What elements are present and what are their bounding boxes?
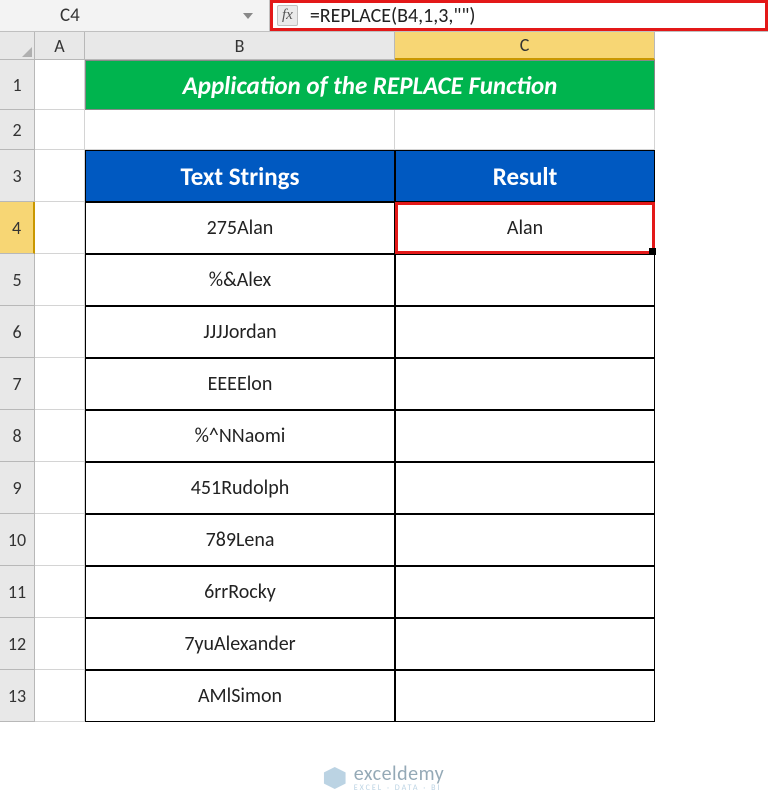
row-header-9[interactable]: 9 xyxy=(0,462,35,514)
row-header-11[interactable]: 11 xyxy=(0,566,35,618)
cell-b13[interactable]: AMlSimon xyxy=(85,670,395,722)
watermark-sub: EXCEL · DATA · BI xyxy=(354,784,444,792)
row-header-8[interactable]: 8 xyxy=(0,410,35,462)
col-header-a[interactable]: A xyxy=(35,32,85,60)
name-box: C4 xyxy=(60,4,80,27)
cell-c11[interactable] xyxy=(395,566,655,618)
logo-icon xyxy=(324,767,346,789)
row-header-6[interactable]: 6 xyxy=(0,306,35,358)
cell-b10[interactable]: 789Lena xyxy=(85,514,395,566)
watermark-main: exceldemy xyxy=(354,764,444,784)
row-header-3[interactable]: 3 xyxy=(0,150,35,202)
cell-b9[interactable]: 451Rudolph xyxy=(85,462,395,514)
cell-c10[interactable] xyxy=(395,514,655,566)
row-header-1[interactable]: 1 xyxy=(0,60,35,110)
cell-c3[interactable]: Result xyxy=(395,150,655,202)
row-header-7[interactable]: 7 xyxy=(0,358,35,410)
cell-c9[interactable] xyxy=(395,462,655,514)
cell-a4[interactable] xyxy=(35,202,85,254)
cell-a11[interactable] xyxy=(35,566,85,618)
cell-a6[interactable] xyxy=(35,306,85,358)
cell-a1[interactable] xyxy=(35,60,85,110)
col-header-c[interactable]: C xyxy=(395,32,655,60)
cell-b12[interactable]: 7yuAlexander xyxy=(85,618,395,670)
row-header-2[interactable]: 2 xyxy=(0,110,35,150)
row-header-5[interactable]: 5 xyxy=(0,254,35,306)
cell-c8[interactable] xyxy=(395,410,655,462)
select-all-corner[interactable] xyxy=(0,32,35,60)
column-headers: ABC xyxy=(35,32,655,60)
cell-a10[interactable] xyxy=(35,514,85,566)
cell-a5[interactable] xyxy=(35,254,85,306)
cell-a13[interactable] xyxy=(35,670,85,722)
cell-c5[interactable] xyxy=(395,254,655,306)
cell-c6[interactable] xyxy=(395,306,655,358)
cell-b11[interactable]: 6rrRocky xyxy=(85,566,395,618)
cell-b7[interactable]: EEEElon xyxy=(85,358,395,410)
formula-input-section[interactable]: fx =REPLACE(B4,1,3,"") xyxy=(270,0,768,31)
cell-a9[interactable] xyxy=(35,462,85,514)
cell-a2[interactable] xyxy=(35,110,85,150)
cell-a7[interactable] xyxy=(35,358,85,410)
row-header-4[interactable]: 4 xyxy=(0,202,35,254)
name-box-container[interactable]: C4 xyxy=(0,0,270,31)
formula-text: =REPLACE(B4,1,3,"") xyxy=(310,4,476,28)
cell-a3[interactable] xyxy=(35,150,85,202)
cell-b6[interactable]: JJJJordan xyxy=(85,306,395,358)
cell-b5[interactable]: %&Alex xyxy=(85,254,395,306)
cell-c4[interactable]: Alan xyxy=(395,202,655,254)
spreadsheet-grid: ABC 12345678910111213 Application of the… xyxy=(0,32,768,812)
col-header-b[interactable]: B xyxy=(85,32,395,60)
watermark: exceldemy EXCEL · DATA · BI xyxy=(324,764,444,792)
cell-c12[interactable] xyxy=(395,618,655,670)
row-header-10[interactable]: 10 xyxy=(0,514,35,566)
chevron-down-icon[interactable] xyxy=(243,13,253,19)
cell-b3[interactable]: Text Strings xyxy=(85,150,395,202)
row-headers: 12345678910111213 xyxy=(0,60,35,812)
cell-c7[interactable] xyxy=(395,358,655,410)
row-header-12[interactable]: 12 xyxy=(0,618,35,670)
corner-triangle-icon xyxy=(22,47,32,57)
cell-a8[interactable] xyxy=(35,410,85,462)
cell-a12[interactable] xyxy=(35,618,85,670)
cells-area: Application of the REPLACE Function Text … xyxy=(35,60,768,812)
cell-b4[interactable]: 275Alan xyxy=(85,202,395,254)
fx-icon[interactable]: fx xyxy=(277,5,298,26)
cell-b8[interactable]: %^NNaomi xyxy=(85,410,395,462)
cell-c13[interactable] xyxy=(395,670,655,722)
cell-b2[interactable] xyxy=(85,110,395,150)
cell-c2[interactable] xyxy=(395,110,655,150)
title-cell[interactable]: Application of the REPLACE Function xyxy=(85,60,655,110)
formula-bar: C4 fx =REPLACE(B4,1,3,"") xyxy=(0,0,768,32)
row-header-13[interactable]: 13 xyxy=(0,670,35,722)
